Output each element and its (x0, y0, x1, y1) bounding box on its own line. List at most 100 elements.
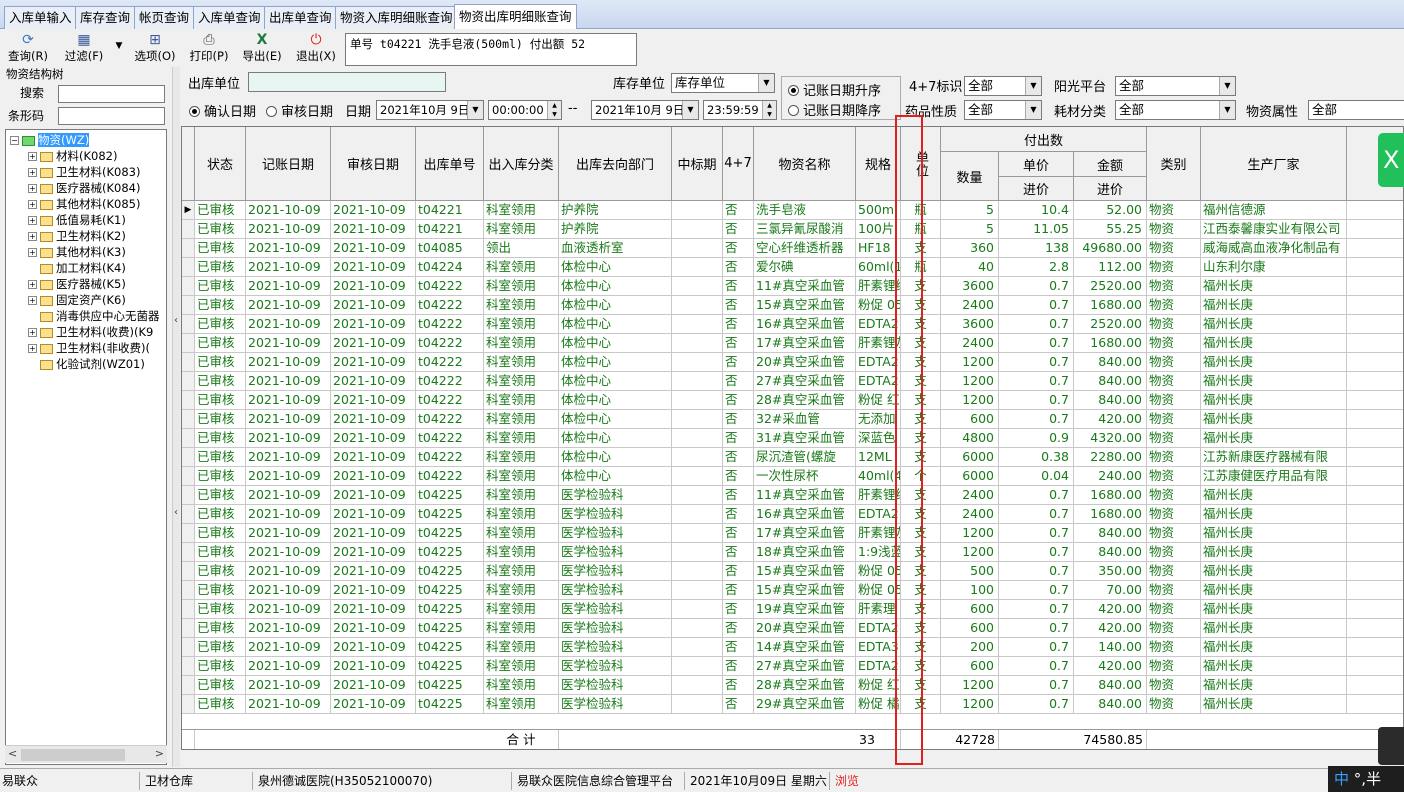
table-row[interactable]: 已审核 2021-10-09 2021-10-09 t04222 科室领用 体检中心否 20… (182, 353, 1403, 372)
collapse-icon[interactable]: − (10, 136, 19, 145)
confirm-date-radio[interactable]: 确认日期 (189, 101, 256, 120)
table-row[interactable]: 已审核 2021-10-09 2021-10-09 t04085 领出 血液透析室否空心纤… (182, 239, 1403, 258)
col-qty[interactable]: 数量 (941, 152, 999, 201)
col-manufacturer[interactable]: 生产厂家 (1201, 127, 1347, 201)
table-row[interactable]: 已审核 2021-10-09 2021-10-09 t04222 科室领用 体检中心否 15… (182, 296, 1403, 315)
table-row[interactable]: 已审核 2021-10-09 2021-10-09 t04222 科室领用 体检中心否 28… (182, 391, 1403, 410)
col-purchase-price[interactable]: 进价 (999, 177, 1074, 201)
col-audit-date[interactable]: 审核日期 (331, 127, 416, 201)
table-row[interactable]: 已审核 2021-10-09 2021-10-09 t04222 科室领用 体检中心否 11… (182, 277, 1403, 296)
col-dept[interactable]: 出库去向部门 (559, 127, 672, 201)
col-unit[interactable]: 单位 (901, 127, 941, 201)
tree-node[interactable]: + 其他材料(K085) (28, 196, 140, 212)
table-row[interactable]: 已审核 2021-10-09 2021-10-09 t04222 科室领用 体检中心否 27… (182, 372, 1403, 391)
time-from-input[interactable]: 00:00:00 ▲ ▼ (488, 100, 562, 120)
table-row[interactable]: 已审核 2021-10-09 2021-10-09 t04225 科室领用 医学检验科否 1… (182, 505, 1403, 524)
table-row[interactable]: 已审核 2021-10-09 2021-10-09 t04222 科室领用 体检中心否尿沉… (182, 448, 1403, 467)
tree-node[interactable]: − 物资(WZ) (10, 132, 90, 148)
row-indicator[interactable] (182, 315, 195, 334)
barcode-input[interactable] (58, 107, 165, 125)
table-row[interactable]: 已审核 2021-10-09 2021-10-09 t04222 科室领用 体检中心否 31… (182, 429, 1403, 448)
tree-node[interactable]: + 其他材料(K3) (28, 244, 126, 260)
row-indicator[interactable] (182, 600, 195, 619)
row-indicator[interactable] (182, 372, 195, 391)
col-in-out-type[interactable]: 出入库分类 (484, 127, 559, 201)
row-indicator[interactable] (182, 676, 195, 695)
row-indicator[interactable] (182, 410, 195, 429)
table-row[interactable]: 已审核 2021-10-09 2021-10-09 t04225 科室领用 医学检验科否 1… (182, 524, 1403, 543)
table-row[interactable]: 已审核 2021-10-09 2021-10-09 t04225 科室领用 医学检验科否 2… (182, 619, 1403, 638)
table-row[interactable]: 已审核 2021-10-09 2021-10-09 t04225 科室领用 医学检验科否 1… (182, 562, 1403, 581)
tab-inbound-entry[interactable]: 入库单输入 (4, 6, 77, 29)
floating-side-button[interactable] (1378, 727, 1404, 765)
export-button[interactable]: X 导出(E) (238, 31, 286, 65)
table-row[interactable]: 已审核 2021-10-09 2021-10-09 t04222 科室领用 体检中心否 17… (182, 334, 1403, 353)
row-indicator[interactable] (182, 619, 195, 638)
table-row[interactable]: 已审核 2021-10-09 2021-10-09 t04221 科室领用 护养院否三氯异… (182, 220, 1403, 239)
tree-node[interactable]: + 材料(K082) (28, 148, 117, 164)
date-to-picker[interactable]: 2021年10月 9日 ▼ (591, 100, 699, 120)
exit-button[interactable]: ⏻ 退出(X) (292, 31, 340, 65)
tree-node[interactable]: + 固定资产(K6) (28, 292, 126, 308)
spinner-icon[interactable]: ▲ ▼ (547, 101, 561, 119)
col-bid-period[interactable]: 中标期 (672, 127, 723, 201)
tree-node[interactable]: 化验试剂(WZ01) (28, 356, 145, 372)
table-row[interactable]: 已审核 2021-10-09 2021-10-09 t04225 科室领用 医学检验科否 1… (182, 638, 1403, 657)
spinner-icon[interactable]: ▲ ▼ (762, 101, 776, 119)
scroll-left-icon[interactable]: < (8, 747, 17, 760)
row-indicator[interactable] (182, 353, 195, 372)
row-indicator[interactable] (182, 467, 195, 486)
row-indicator[interactable] (182, 657, 195, 676)
row-indicator[interactable] (182, 695, 195, 714)
col-out-no[interactable]: 出库单号 (416, 127, 484, 201)
table-row[interactable]: 已审核 2021-10-09 2021-10-09 t04225 科室领用 医学检验科否 2… (182, 676, 1403, 695)
col-unit-price[interactable]: 单价 (999, 152, 1074, 177)
tree-horizontal-scrollbar[interactable]: < > (5, 745, 167, 763)
query-button[interactable]: ⟳ 查询(R) (4, 31, 52, 65)
stock-unit-select[interactable]: 库存单位 ▼ (671, 73, 775, 93)
consumable-class-select[interactable]: 全部 ▼ (1115, 100, 1236, 120)
tree-node[interactable]: + 卫生材料(非收费)( (28, 340, 150, 356)
scroll-right-icon[interactable]: > (155, 747, 164, 760)
table-row[interactable]: 已审核 2021-10-09 2021-10-09 t04222 科室领用 体检中心否一次… (182, 467, 1403, 486)
search-input[interactable] (58, 85, 165, 103)
sort-desc-radio[interactable]: 记账日期降序 (788, 100, 881, 119)
table-row[interactable]: 已审核 2021-10-09 2021-10-09 t04225 科室领用 医学检验科否 2… (182, 695, 1403, 714)
expand-icon[interactable]: + (28, 296, 37, 305)
sun-platform-select[interactable]: 全部 ▼ (1115, 76, 1236, 96)
collapse-left-icon-lower[interactable]: ‹ (174, 507, 178, 518)
date-from-picker[interactable]: 2021年10月 9日 ▼ (376, 100, 484, 120)
time-to-input[interactable]: 23:59:59 ▲ ▼ (703, 100, 777, 120)
row-indicator[interactable] (182, 429, 195, 448)
row-indicator[interactable] (182, 543, 195, 562)
options-button[interactable]: ⊞ 选项(O) (130, 31, 180, 65)
collapse-left-icon[interactable]: ‹ (174, 315, 178, 326)
expand-icon[interactable]: + (28, 184, 37, 193)
out-unit-input[interactable] (248, 72, 446, 92)
col-spec[interactable]: 规格 (856, 127, 901, 201)
table-row[interactable]: 已审核 2021-10-09 2021-10-09 t04225 科室领用 医学检验科否 2… (182, 657, 1403, 676)
tab-outbound-detail[interactable]: 物资出库明细账查询 (454, 4, 577, 29)
print-button[interactable]: ⎙ 打印(P) (186, 31, 232, 65)
tab-outbound-query[interactable]: 出库单查询 (264, 6, 337, 29)
audit-date-radio[interactable]: 审核日期 (266, 101, 333, 120)
col-material-name[interactable]: 物资名称 (754, 127, 856, 201)
expand-icon[interactable]: + (28, 344, 37, 353)
expand-icon[interactable]: + (28, 232, 37, 241)
drug-nature-select[interactable]: 全部 ▼ (964, 100, 1042, 120)
tab-inbound-detail[interactable]: 物资入库明细账查询 (335, 6, 458, 29)
flag47-select[interactable]: 全部 ▼ (964, 76, 1042, 96)
col-purchase-amount[interactable]: 进价 (1074, 177, 1147, 201)
table-row[interactable]: 已审核 2021-10-09 2021-10-09 t04225 科室领用 医学检验科否 1… (182, 543, 1403, 562)
panel-splitter[interactable]: ‹ ‹ (172, 67, 180, 767)
table-row[interactable]: ▶ 已审核 2021-10-09 2021-10-09 t04221 科室领用 护养院否洗手… (182, 201, 1403, 220)
expand-icon[interactable]: + (28, 200, 37, 209)
table-row[interactable]: 已审核 2021-10-09 2021-10-09 t04222 科室领用 体检中心否 32… (182, 410, 1403, 429)
row-indicator[interactable] (182, 448, 195, 467)
row-indicator[interactable] (182, 277, 195, 296)
scrollbar-thumb[interactable] (21, 749, 125, 761)
row-indicator[interactable] (182, 258, 195, 277)
row-indicator[interactable] (182, 391, 195, 410)
expand-icon[interactable]: + (28, 248, 37, 257)
tab-ledger-query[interactable]: 帐页查询 (134, 6, 195, 29)
